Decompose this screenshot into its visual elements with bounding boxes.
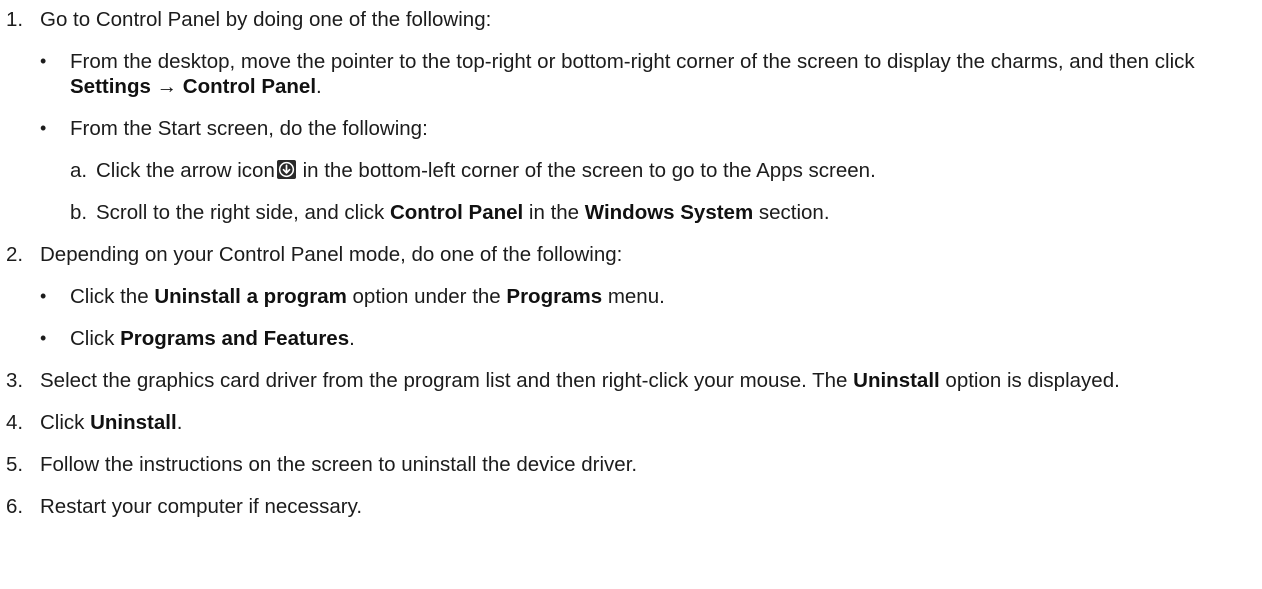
- step-text-pre: Select the graphics card driver from the…: [40, 369, 854, 392]
- settings-control-panel-label: Settings → Control Panel: [70, 75, 317, 98]
- step-text: Restart your computer if necessary.: [40, 495, 363, 518]
- step-text: Follow the instructions on the screen to…: [40, 453, 638, 476]
- bullet-text: Click Programs and Features.: [70, 326, 1256, 351]
- bullet-text: From the desktop, move the pointer to th…: [70, 49, 1256, 99]
- step-body: Go to Control Panel by doing one of the …: [40, 7, 1256, 225]
- windows-system-label: Windows System: [584, 201, 754, 224]
- alpha-text-pre: Click the arrow icon: [96, 159, 275, 182]
- bullet-text: Click the Uninstall a program option und…: [70, 284, 1256, 309]
- step-number: 1.: [6, 8, 24, 31]
- step-text: Go to Control Panel by doing one of the …: [40, 8, 492, 31]
- alpha-list: a. Click the arrow icon in the bottom-le…: [70, 158, 1256, 225]
- bullet-list: • From the desktop, move the pointer to …: [40, 49, 1256, 225]
- step-text: Click Uninstall.: [40, 410, 1256, 435]
- alpha-text-mid: in the: [523, 201, 585, 224]
- step-2: 2. Depending on your Control Panel mode,…: [6, 242, 1256, 351]
- alpha-item-b: b. Scroll to the right side, and click C…: [70, 200, 1256, 225]
- bullet-text-pre: Click the: [70, 285, 155, 308]
- bullet-item-start-screen: • From the Start screen, do the followin…: [40, 116, 1256, 225]
- step-5: 5. Follow the instructions on the screen…: [6, 452, 1256, 477]
- step-text-post: .: [176, 411, 183, 434]
- bullet-item-desktop: • From the desktop, move the pointer to …: [40, 49, 1256, 99]
- bullet-mark: •: [40, 118, 47, 138]
- programs-label: Programs: [506, 285, 603, 308]
- bullet-mark: •: [40, 51, 47, 71]
- alpha-mark: b.: [70, 201, 88, 224]
- step-text-pre: Click: [40, 411, 91, 434]
- circle-down-arrow-icon: [276, 160, 296, 179]
- step-body: Depending on your Control Panel mode, do…: [40, 242, 1256, 351]
- bullet-text-pre: Click: [70, 327, 121, 350]
- bullet-text-post: .: [349, 327, 355, 350]
- step-number: 4.: [6, 411, 24, 434]
- bullet-mark: •: [40, 328, 47, 348]
- step-text-post: option is displayed.: [939, 369, 1120, 392]
- step-number: 6.: [6, 495, 24, 518]
- programs-and-features-label: Programs and Features: [120, 327, 350, 350]
- alpha-text-post: section.: [753, 201, 830, 224]
- step-6: 6. Restart your computer if necessary.: [6, 494, 1256, 519]
- instructions-document: 1. Go to Control Panel by doing one of t…: [6, 7, 1256, 536]
- bullet-body: From the Start screen, do the following:…: [70, 116, 1256, 225]
- step-text: Depending on your Control Panel mode, do…: [40, 243, 623, 266]
- control-panel-label: Control Panel: [389, 201, 524, 224]
- bullet-text-post: .: [316, 75, 322, 98]
- step-number: 5.: [6, 453, 24, 476]
- bullet-list: • Click the Uninstall a program option u…: [40, 284, 1256, 351]
- bullet-text-pre: From the desktop, move the pointer to th…: [70, 50, 1195, 73]
- bullet-text-post: menu.: [602, 285, 665, 308]
- alpha-text-pre: Scroll to the right side, and click: [96, 201, 390, 224]
- step-number: 3.: [6, 369, 24, 392]
- bullet-item-programs-features: • Click Programs and Features.: [40, 326, 1256, 351]
- uninstall-label: Uninstall: [853, 369, 940, 392]
- step-3: 3. Select the graphics card driver from …: [6, 368, 1256, 393]
- step-1: 1. Go to Control Panel by doing one of t…: [6, 7, 1256, 225]
- step-number: 2.: [6, 243, 24, 266]
- step-4: 4. Click Uninstall.: [6, 410, 1256, 435]
- uninstall-label: Uninstall: [90, 411, 177, 434]
- alpha-mark: a.: [70, 159, 88, 182]
- step-text: Select the graphics card driver from the…: [40, 368, 1256, 393]
- alpha-text: Click the arrow icon in the bottom-left …: [96, 158, 876, 183]
- bullet-text: From the Start screen, do the following:: [70, 117, 428, 140]
- bullet-item-uninstall-program: • Click the Uninstall a program option u…: [40, 284, 1256, 309]
- bullet-mark: •: [40, 286, 47, 306]
- alpha-item-a: a. Click the arrow icon in the bottom-le…: [70, 158, 1256, 183]
- bullet-text-mid: option under the: [346, 285, 507, 308]
- alpha-text: Scroll to the right side, and click Cont…: [96, 200, 830, 225]
- alpha-text-post: in the bottom-left corner of the screen …: [302, 159, 876, 182]
- uninstall-a-program-label: Uninstall a program: [154, 285, 347, 308]
